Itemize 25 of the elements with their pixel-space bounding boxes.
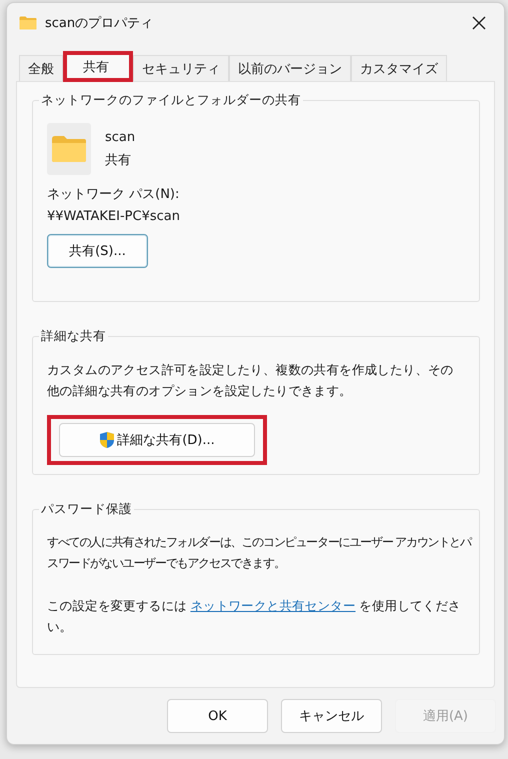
group-title: ネットワークのファイルとフォルダーの共有 [39,92,303,109]
advanced-sharing-button[interactable]: 詳細な共有(D)... [59,423,255,457]
tab[interactable]: カスタマイズ [351,55,447,81]
close-icon[interactable] [472,16,486,30]
path-label: ネットワーク パス(N): [47,186,180,203]
share-status: 共有 [105,152,132,168]
folder-name: scan [105,130,136,144]
dialog-button[interactable]: OK [167,699,268,733]
share-button[interactable]: 共有(S)... [47,234,148,268]
folder-icon [47,123,91,175]
group-title: 詳細な共有 [39,328,108,345]
group-title: パスワード保護 [39,501,134,518]
dialog-button[interactable]: キャンセル [281,699,382,733]
description-text: すべての人に共有されたフォルダーは、このコンピューターにユーザー アカウントとパスワードがないユーザーでもアクセスできます。 [47,534,471,572]
tab[interactable]: 共有 [63,51,133,82]
folder-icon [19,16,37,30]
tab[interactable]: 以前のバージョン [229,55,351,81]
description-text: カスタムのアクセス許可を設定したり、複数の共有を作成したり、その他の詳細な共有のオプションを設定したりできます。 [47,361,454,400]
tab[interactable]: セキュリティ [133,55,229,81]
instruction-text: この設定を変更するには ネットワークと共有センター を使用してください。 [47,597,462,636]
tab[interactable]: 全般 [19,55,63,81]
shield-icon [99,431,116,449]
window-title: scanのプロパティ [45,15,154,32]
network-path: ¥¥WATAKEI-PC¥scan [47,209,181,224]
network-center-link[interactable]: ネットワークと共有センター [190,598,356,613]
